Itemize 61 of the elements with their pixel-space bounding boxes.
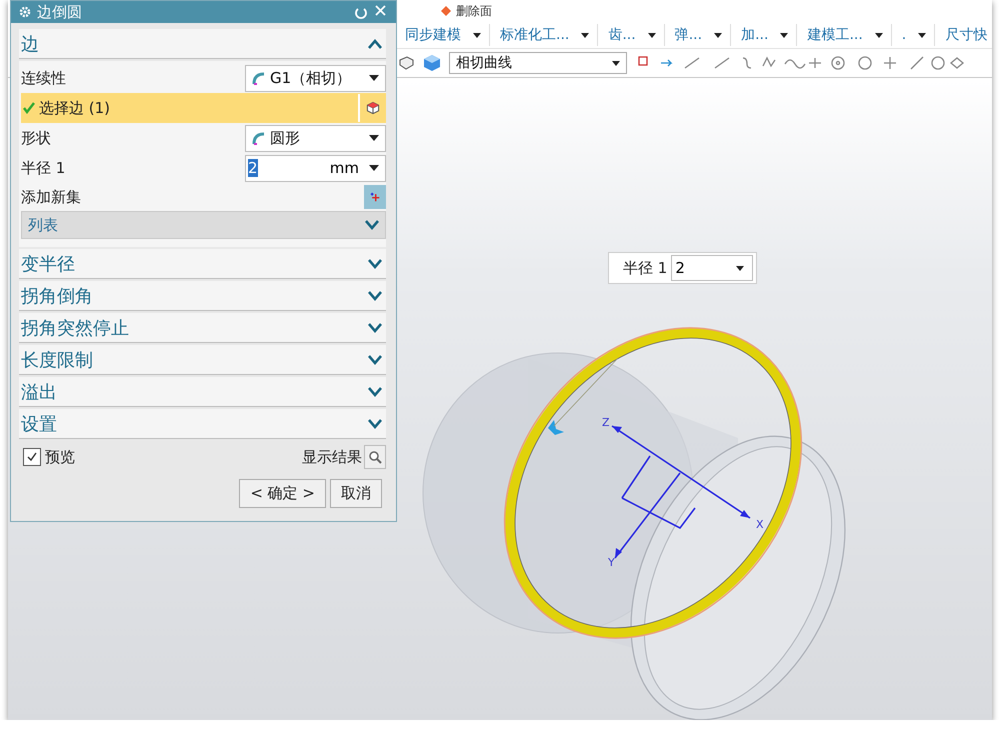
expand-icon — [368, 418, 382, 428]
leader-line — [554, 358, 618, 426]
check-icon — [23, 102, 35, 114]
expand-icon — [368, 258, 382, 268]
ribbon-group[interactable]: . — [892, 24, 936, 46]
number-field[interactable]: 2 mm — [245, 154, 386, 182]
ok-button[interactable]: < 确定 > — [239, 479, 326, 508]
ribbon-group[interactable]: 加... — [731, 24, 798, 46]
dropdown[interactable]: G1（相切） — [245, 64, 386, 92]
field-label: 形状 — [21, 128, 51, 148]
search-icon — [368, 450, 382, 464]
plus-icon — [370, 190, 380, 204]
ribbon-group[interactable]: 建模工... — [797, 24, 892, 46]
field-label: 半径 1 — [21, 158, 66, 178]
expand-icon — [368, 322, 382, 332]
cube-icon[interactable] — [423, 54, 441, 72]
radius-dropdown[interactable]: 2 — [671, 255, 754, 281]
field-label: 连续性 — [21, 68, 66, 88]
preview-checkbox[interactable]: 预览 — [23, 448, 75, 466]
popup-label: 半径 1 — [623, 258, 668, 278]
section-header[interactable]: 长度限制 — [19, 345, 386, 375]
expand-icon — [368, 290, 382, 300]
ribbon-group[interactable]: 尺寸快 — [935, 24, 992, 46]
list-header[interactable]: 列表 — [21, 211, 386, 239]
dropdown[interactable]: 圆形 — [245, 124, 386, 152]
axis-label: Z — [602, 418, 610, 429]
ribbon-group[interactable]: 齿... — [598, 24, 665, 46]
delete-face-item[interactable]: 删除面 — [456, 4, 492, 18]
caret-icon — [369, 135, 379, 141]
section-header[interactable]: 边 — [19, 29, 386, 59]
expand-icon — [368, 354, 382, 364]
caret-icon — [369, 165, 379, 171]
dialog-title: 边倒圆 — [37, 2, 82, 22]
curve-rule-dropdown[interactable]: 相切曲线 — [449, 52, 627, 74]
axis-label: X — [756, 518, 764, 531]
curve-icon — [252, 72, 265, 84]
curve-icon — [252, 132, 265, 144]
field-label: 添加新集 — [21, 188, 81, 206]
cancel-button[interactable]: 取消 — [330, 479, 382, 508]
caret-icon — [369, 75, 379, 81]
show-result-button[interactable] — [364, 445, 386, 469]
gear-icon — [19, 6, 31, 18]
ribbon-group[interactable]: 标准化工... — [490, 24, 598, 46]
selection-row[interactable]: 选择边 (1) — [21, 93, 386, 123]
selection-label: 选择边 (1) — [23, 98, 110, 118]
section-header[interactable]: 设置 — [19, 409, 386, 439]
section-header[interactable]: 溢出 — [19, 377, 386, 407]
reset-close-icon[interactable] — [354, 5, 388, 19]
ribbon-group[interactable]: 弹... — [664, 24, 732, 46]
expand-icon — [368, 386, 382, 396]
box-icon[interactable] — [397, 55, 415, 71]
section-header[interactable]: 拐角突然停止 — [19, 313, 386, 343]
check-icon — [26, 451, 38, 463]
expand-icon — [365, 220, 379, 230]
add-set-button[interactable] — [364, 185, 386, 209]
collapse-icon — [368, 38, 382, 48]
show-result-label: 显示结果 — [302, 448, 362, 466]
axis-label: Y — [608, 556, 615, 568]
section-header[interactable]: 拐角倒角 — [19, 281, 386, 311]
section-header[interactable]: 变半径 — [19, 249, 386, 279]
face-icon — [440, 5, 452, 17]
